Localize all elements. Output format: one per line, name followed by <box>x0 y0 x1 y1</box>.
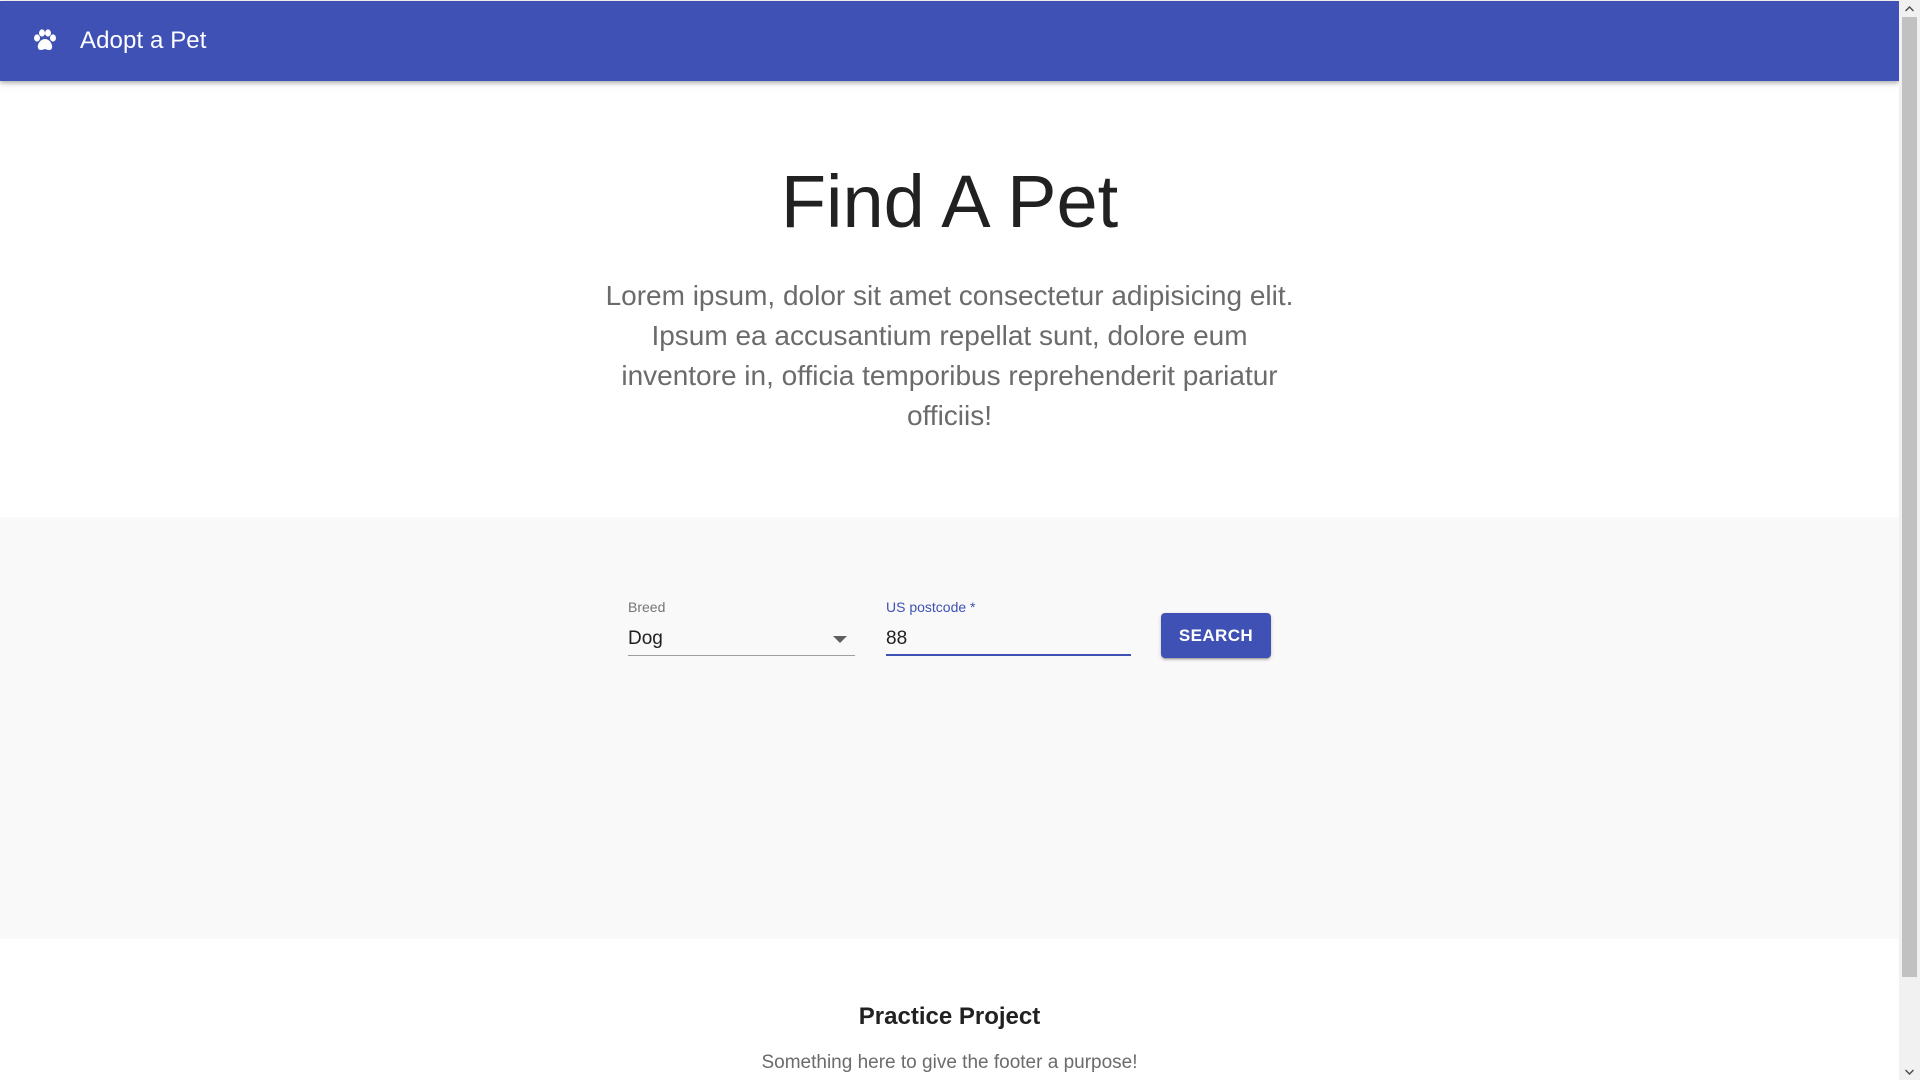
app-bar: Adopt a Pet <box>0 1 1899 81</box>
scrollbar-thumb[interactable] <box>1902 17 1917 977</box>
breed-label: Breed <box>628 599 666 615</box>
search-section: Breed Dog US postcode * 88 SEARCH <box>0 517 1899 939</box>
hero-description: Lorem ipsum, dolor sit amet consectetur … <box>605 280 1294 431</box>
page: Adopt a Pet Find A Pet Lorem ipsum, dolo… <box>0 0 1899 1080</box>
breed-select[interactable]: Breed Dog <box>628 598 855 656</box>
paw-icon <box>30 26 60 56</box>
footer: Practice Project Something here to give … <box>0 939 1899 1080</box>
app-title[interactable]: Adopt a Pet <box>80 27 207 55</box>
scroll-up-arrow-icon[interactable] <box>1899 0 1920 17</box>
scroll-down-arrow-icon[interactable] <box>1899 1063 1920 1080</box>
vertical-scrollbar[interactable] <box>1899 0 1920 1080</box>
postcode-input[interactable]: 88 <box>886 626 1131 652</box>
postcode-label: US postcode * <box>886 599 976 615</box>
postcode-underline <box>886 654 1131 656</box>
footer-subtitle: Something here to give the footer a purp… <box>761 1052 1138 1073</box>
breed-underline <box>628 655 855 656</box>
browser-viewport: Adopt a Pet Find A Pet Lorem ipsum, dolo… <box>0 0 1920 1080</box>
search-button[interactable]: SEARCH <box>1161 613 1271 658</box>
dropdown-arrow-icon[interactable] <box>833 636 847 643</box>
footer-title: Practice Project <box>858 1003 1041 1030</box>
breed-value[interactable]: Dog <box>628 626 855 652</box>
hero-section: Find A Pet Lorem ipsum, dolor sit amet c… <box>0 81 1899 517</box>
page-title: Find A Pet <box>780 160 1119 243</box>
postcode-field[interactable]: US postcode * 88 <box>886 598 1131 656</box>
